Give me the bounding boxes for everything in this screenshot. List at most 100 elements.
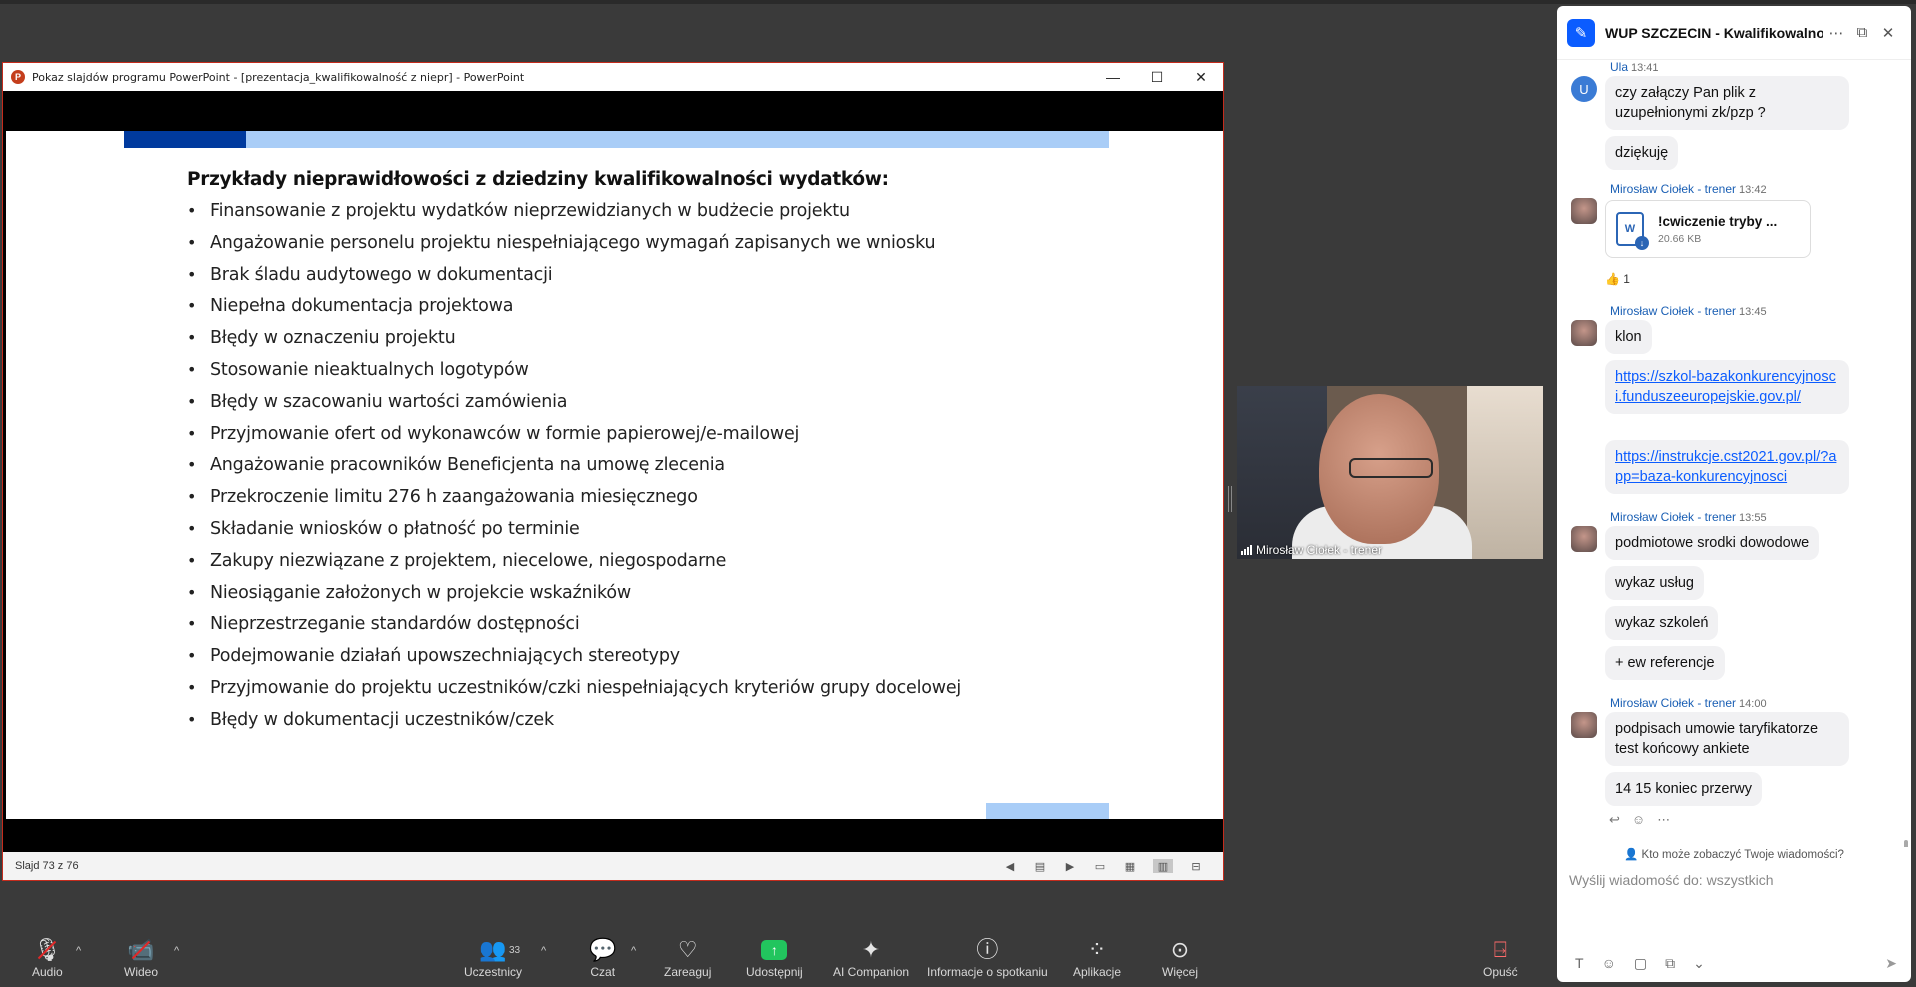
chat-button[interactable]: 💬 Czat (589, 937, 616, 979)
chat-header: ✎ WUP SZCZECIN - Kwalifikowalno... ⋯ ⧉ ✕ (1557, 6, 1911, 60)
file-icon[interactable]: ▢ (1634, 955, 1647, 972)
avatar (1571, 320, 1597, 346)
send-icon[interactable]: ➤ (1885, 955, 1897, 972)
chat-chevron-icon[interactable]: ^ (631, 945, 636, 957)
more-button[interactable]: ⊙ Więcej (1162, 937, 1198, 979)
leave-icon: ⍈ (1493, 937, 1507, 962)
video-button[interactable]: 📹 Wideo (124, 937, 158, 979)
meeting-info-button[interactable]: ⓘ Informacje o spotkaniu (927, 937, 1048, 979)
video-person-glasses (1349, 458, 1433, 478)
audio-button[interactable]: 🎙 Audio (32, 937, 63, 979)
signal-strength-icon (1241, 545, 1252, 555)
message-bubble[interactable]: https://szkol-bazakonkurencyjnosci.fundu… (1605, 360, 1849, 414)
slideshow-status-bar: Slajd 73 z 76 ◀ ▤ ▶ ▭ ▦ ▥ ⊟ (3, 852, 1223, 880)
popout-icon[interactable]: ⧉ (1849, 24, 1875, 41)
slide[interactable]: Przykłady nieprawidłowości z dziedziny k… (6, 131, 1223, 819)
screenshot-icon[interactable]: ⧉ (1665, 955, 1675, 972)
message-bubble[interactable]: wykaz szkoleń (1605, 606, 1719, 640)
chat-panel[interactable]: ✎ WUP SZCZECIN - Kwalifikowalno... ⋯ ⧉ ✕… (1557, 6, 1911, 982)
participants-count: 33 (509, 945, 521, 956)
top-strip (0, 0, 1916, 4)
reaction-badge[interactable]: 👍 1 (1605, 272, 1630, 286)
react-button[interactable]: ♡ Zareaguj (664, 937, 711, 979)
bullet-item: • Przyjmowanie do projektu uczestników/cz… (187, 677, 962, 698)
slide-menu-icon[interactable]: ▤ (1033, 859, 1047, 873)
slide-counter: Slajd 73 z 76 (15, 860, 79, 872)
ai-companion-button[interactable]: ✦ AI Companion (833, 937, 909, 979)
close-button[interactable]: ✕ (1179, 63, 1223, 91)
video-tile[interactable]: Mirosław Ciołek - trener (1237, 386, 1543, 559)
powerpoint-window[interactable]: P Pokaz slajdów programu PowerPoint - [p… (2, 62, 1224, 881)
download-icon[interactable]: ↓ (1635, 236, 1649, 250)
window-title: Pokaz slajdów programu PowerPoint - [pre… (32, 70, 525, 84)
video-options-chevron-icon[interactable]: ^ (174, 945, 179, 957)
avatar: U (1571, 76, 1597, 102)
message-link[interactable]: https://instrukcje.cst2021.gov.pl/?app=b… (1615, 449, 1836, 485)
participant-name-label: Mirosław Ciołek - trener (1241, 543, 1382, 557)
message-link[interactable]: https://szkol-bazakonkurencyjnosci.fundu… (1615, 369, 1836, 405)
previous-slide-icon[interactable]: ◀ (1003, 859, 1017, 873)
avatar (1571, 712, 1597, 738)
bullet-item: • Finansowanie z projektu wydatków nieprz… (187, 201, 850, 221)
chat-messages[interactable]: Ula 13:41 U czy załączy Pan plik z uzupeł… (1557, 60, 1911, 847)
participants-button[interactable]: 👥 Uczestnicy (464, 937, 522, 979)
chat-scrollbar[interactable] (1904, 840, 1908, 847)
resize-handle[interactable] (1228, 486, 1232, 512)
reply-icon[interactable]: ↩ (1609, 812, 1620, 828)
message-bubble[interactable]: klon (1605, 320, 1652, 354)
format-text-icon[interactable]: T (1575, 955, 1584, 972)
chat-input[interactable]: Wyślij wiadomość do: wszystkich (1569, 872, 1773, 888)
more-icon[interactable]: ⋯ (1657, 812, 1670, 828)
minimize-button[interactable]: — (1091, 63, 1135, 91)
video-background-right (1467, 386, 1543, 559)
bullet-item: • Błędy w szacowaniu wartości zamówienia (187, 391, 568, 412)
message-bubble[interactable]: wykaz usług (1605, 566, 1704, 600)
share-arrow-icon: ↑ (761, 940, 788, 960)
reading-view-icon[interactable]: ▥ (1153, 859, 1173, 873)
slide-decor-bar-bottom (986, 803, 1109, 819)
avatar (1571, 198, 1597, 224)
avatar (1571, 526, 1597, 552)
slide-sorter-icon[interactable]: ▦ (1123, 859, 1137, 873)
chat-bubble-icon: 💬 (589, 937, 617, 962)
maximize-button[interactable]: ☐ (1135, 63, 1179, 91)
apps-button[interactable]: ⁘ Aplikacje (1073, 937, 1121, 979)
message-sender: Mirosław Ciołek - trener 13:45 (1610, 304, 1767, 318)
chat-edit-icon: ✎ (1567, 18, 1595, 47)
slide-area[interactable]: Przykłady nieprawidłowości z dziedziny k… (3, 91, 1223, 854)
bullet-item: • Błędy w dokumentacji uczestników/czek (187, 709, 554, 730)
add-reaction-icon[interactable]: ☺ (1632, 812, 1645, 828)
more-options-icon[interactable]: ⋯ (1823, 24, 1849, 42)
emoji-icon[interactable]: ☺ (1602, 955, 1616, 972)
message-bubble[interactable]: dziękuję (1605, 136, 1679, 170)
message-actions: ↩ ☺ ⋯ (1609, 812, 1670, 828)
slide-bullet-list: • Finansowanie z projektu wydatków nieprz… (187, 201, 961, 742)
message-sender: Mirosław Ciołek - trener 14:00 (1610, 696, 1767, 710)
slide-heading: Przykłady nieprawidłowości z dziedziny k… (187, 169, 889, 190)
audio-options-chevron-icon[interactable]: ^ (76, 945, 81, 957)
window-titlebar[interactable]: P Pokaz slajdów programu PowerPoint - [p… (3, 63, 1223, 91)
word-file-icon: W ↓ (1616, 212, 1649, 250)
message-bubble[interactable]: podpisach umowie taryfikatorze test końc… (1605, 712, 1849, 766)
chevron-down-icon[interactable]: ⌄ (1693, 955, 1705, 972)
close-chat-icon[interactable]: ✕ (1875, 24, 1901, 42)
chat-visibility-link[interactable]: 👤 Kto może zobaczyć Twoje wiadomości? (1557, 847, 1911, 861)
message-bubble[interactable]: 14 15 koniec przerwy (1605, 772, 1763, 806)
powerpoint-icon: P (11, 70, 25, 84)
participants-chevron-icon[interactable]: ^ (541, 945, 546, 957)
info-icon: ⓘ (976, 937, 999, 962)
bullet-item: • Niepełna dokumentacja projektowa (187, 296, 514, 317)
file-attachment[interactable]: W ↓ !cwiczenie tryby ... 20.66 KB (1605, 200, 1811, 258)
slideshow-view-icon[interactable]: ⊟ (1189, 859, 1203, 873)
message-bubble[interactable]: + ew referencje (1605, 646, 1725, 680)
message-bubble[interactable]: https://instrukcje.cst2021.gov.pl/?app=b… (1605, 440, 1849, 494)
next-slide-icon[interactable]: ▶ (1063, 859, 1077, 873)
message-bubble[interactable]: podmiotowe srodki dowodowe (1605, 526, 1820, 560)
bullet-item: • Angażowanie personelu projektu niespełn… (187, 232, 936, 253)
message-bubble[interactable]: czy załączy Pan plik z uzupełnionymi zk/… (1605, 76, 1849, 130)
file-name: !cwiczenie tryby ... (1658, 213, 1778, 229)
leave-button[interactable]: ⍈ Opuść (1483, 937, 1518, 979)
more-dots-icon: ⊙ (1170, 937, 1190, 962)
normal-view-icon[interactable]: ▭ (1093, 859, 1107, 873)
share-button[interactable]: ↑ Udostępnij (746, 937, 803, 979)
